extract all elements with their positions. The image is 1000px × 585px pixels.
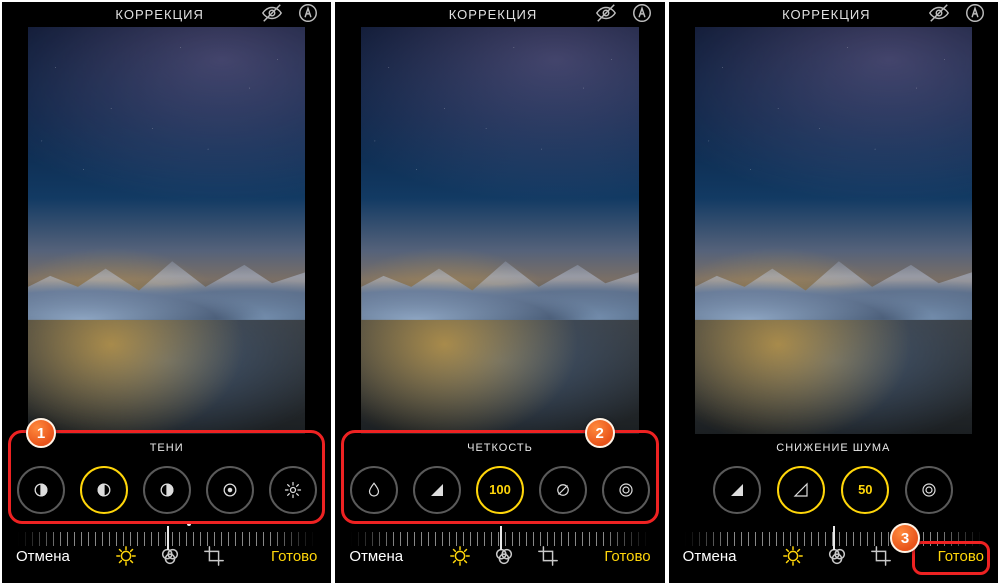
editor-screen-3: КОРРЕКЦИЯ СНИЖЕНИЕ ШУМА 50 Отмена Готово: [669, 2, 998, 583]
screen-title: КОРРЕКЦИЯ: [391, 7, 594, 22]
photo-preview[interactable]: [335, 27, 664, 436]
auto-markup-icon[interactable]: [631, 2, 653, 27]
hide-preview-icon[interactable]: [261, 2, 283, 27]
adjust-mode-icon[interactable]: [782, 545, 804, 567]
crop-mode-icon[interactable]: [203, 545, 225, 567]
crop-mode-icon[interactable]: [870, 545, 892, 567]
cancel-button[interactable]: Отмена: [349, 548, 403, 565]
filters-mode-icon[interactable]: [159, 545, 181, 567]
adjustment-label: ЧЕТКОСТЬ: [335, 436, 664, 458]
top-bar: КОРРЕКЦИЯ: [2, 2, 331, 27]
done-button[interactable]: Готово: [938, 548, 984, 565]
filters-mode-icon[interactable]: [493, 545, 515, 567]
dial-sharpness[interactable]: [713, 466, 761, 514]
top-bar: КОРРЕКЦИЯ: [335, 2, 664, 27]
adjust-mode-icon[interactable]: [449, 545, 471, 567]
ruler-center-tick: [167, 526, 169, 550]
dial-vignette[interactable]: [602, 466, 650, 514]
value-ruler[interactable]: [685, 522, 982, 531]
dial-contrast[interactable]: [143, 466, 191, 514]
dial-value: 100: [489, 482, 511, 497]
dial-brilliance[interactable]: [17, 466, 65, 514]
ruler-center-tick: [500, 526, 502, 550]
dial-noise[interactable]: [539, 466, 587, 514]
value-ruler[interactable]: [18, 522, 315, 531]
dial-noise-reduction[interactable]: 50: [841, 466, 889, 514]
adjustment-dials: 50: [669, 458, 998, 520]
filters-mode-icon[interactable]: [826, 545, 848, 567]
editor-screen-2: КОРРЕКЦИЯ ЧЕТКОСТЬ 100 Отмена Готов: [335, 2, 664, 583]
dial-sharpness[interactable]: [413, 466, 461, 514]
photo-preview[interactable]: [2, 27, 331, 436]
dial-definition[interactable]: [777, 466, 825, 514]
screen-title: КОРРЕКЦИЯ: [58, 7, 261, 22]
value-ruler[interactable]: [351, 522, 648, 531]
photo-preview[interactable]: [669, 27, 998, 436]
adjustment-dials: 100: [335, 458, 664, 520]
done-button[interactable]: Готово: [271, 548, 317, 565]
auto-markup-icon[interactable]: [964, 2, 986, 27]
dial-shadows[interactable]: [80, 466, 128, 514]
hide-preview-icon[interactable]: [928, 2, 950, 27]
crop-mode-icon[interactable]: [537, 545, 559, 567]
cancel-button[interactable]: Отмена: [16, 548, 70, 565]
dial-saturation[interactable]: [350, 466, 398, 514]
top-bar: КОРРЕКЦИЯ: [669, 2, 998, 27]
auto-markup-icon[interactable]: [297, 2, 319, 27]
dial-blackpoint[interactable]: [269, 466, 317, 514]
editor-screen-1: КОРРЕКЦИЯ ТЕНИ Отмена Готово: [2, 2, 331, 583]
screen-title: КОРРЕКЦИЯ: [725, 7, 928, 22]
hide-preview-icon[interactable]: [595, 2, 617, 27]
cancel-button[interactable]: Отмена: [683, 548, 737, 565]
done-button[interactable]: Готово: [604, 548, 650, 565]
dial-value: 50: [858, 482, 872, 497]
photo-image: [361, 27, 638, 434]
photo-image: [28, 27, 305, 434]
ruler-origin-dot: [187, 522, 191, 526]
dial-vignette[interactable]: [905, 466, 953, 514]
ruler-center-tick: [833, 526, 835, 550]
adjust-mode-icon[interactable]: [115, 545, 137, 567]
dial-definition[interactable]: 100: [476, 466, 524, 514]
adjustment-dials: [2, 458, 331, 520]
adjustment-label: СНИЖЕНИЕ ШУМА: [669, 436, 998, 458]
photo-image: [695, 27, 972, 434]
adjustment-label: ТЕНИ: [2, 436, 331, 458]
dial-brightness[interactable]: [206, 466, 254, 514]
